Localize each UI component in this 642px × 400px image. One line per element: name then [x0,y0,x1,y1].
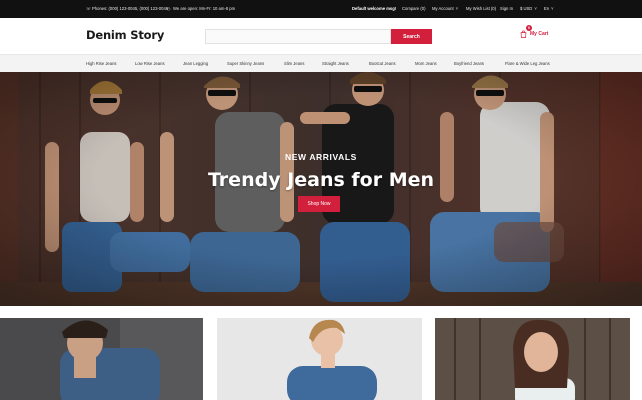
hero-banner[interactable]: NEW ARRIVALS Trendy Jeans for Men Shop N… [0,72,642,306]
nav-item-super-skinny-jeans[interactable]: Super Skinny Jeans [227,61,264,66]
chevron-down-icon: ˅ [534,6,537,11]
promo-image-kids [435,318,630,400]
promo-tile-women[interactable] [217,318,422,400]
currency-select[interactable]: $ USD ˅ [520,6,537,11]
shop-now-button[interactable]: Shop Now [298,196,340,212]
nav-item-bootcut-jeans[interactable]: Bootcut Jeans [369,61,396,66]
cart-count-badge: 0 [526,25,532,31]
phone-info: ☏ Phones: (000) 123-0045, (000) 123-0046 [86,6,168,11]
sign-in-link[interactable]: Sign In [500,6,513,11]
category-nav: High Rise Jeans Low Rise Jeans Jean Legg… [0,54,642,72]
my-account-label: My Account [432,6,454,11]
nav-item-boyfriend-jeans[interactable]: Boyfriend Jeans [454,61,484,66]
welcome-message: Default welcome msg! [352,6,397,11]
nav-item-straight-jeans[interactable]: Straight Jeans [322,61,349,66]
compare-link[interactable]: Compare (0) [402,6,426,11]
search-button[interactable]: Search [391,29,432,44]
promo-tile-kids[interactable] [435,318,630,400]
language-label: En [544,6,550,11]
nav-item-jean-legging[interactable]: Jean Legging [183,61,208,66]
wish-list-link[interactable]: My Wish List (0) [466,6,496,11]
nav-item-low-rise-jeans[interactable]: Low Rise Jeans [135,61,165,66]
mini-cart[interactable]: 0 My Cart [520,25,549,38]
cart-icon: 0 [520,25,532,38]
phone-icon: ☏ [86,5,92,11]
promo-tile-men[interactable] [0,318,203,400]
language-select[interactable]: En ˅ [544,6,554,11]
hero-subtitle: NEW ARRIVALS [285,152,357,162]
currency-label: $ USD [520,6,533,11]
promo-image-women [217,318,422,400]
top-bar: ☏ Phones: (000) 123-0045, (000) 123-0046… [0,0,642,18]
phone-text: Phones: (000) 123-0045, (000) 123-0046 [92,6,169,11]
page: ☏ Phones: (000) 123-0045, (000) 123-0046… [0,0,642,400]
hours-info: ◷ We are open: Mn-Fr: 10 am-8 pm [167,6,235,11]
site-logo[interactable]: Denim Story [86,28,164,42]
nav-item-mom-jeans[interactable]: Mom Jeans [415,61,437,66]
site-header: Denim Story Search 0 My Cart [0,18,642,54]
cart-label: My Cart [530,30,549,37]
promo-image-men [0,318,203,400]
nav-item-high-rise-jeans[interactable]: High Rise Jeans [86,61,117,66]
hero-title: Trendy Jeans for Men [207,169,435,191]
clock-icon: ◷ [167,5,171,11]
chevron-down-icon: ˅ [455,6,459,11]
hours-text: We are open: Mn-Fr: 10 am-8 pm [173,6,236,11]
nav-item-flare-wide-leg-jeans[interactable]: Flare & Wide Leg Jeans [505,61,550,66]
search-input[interactable] [205,29,391,44]
chevron-down-icon: ˅ [551,6,554,11]
nav-item-slim-jeans[interactable]: Slim Jeans [284,61,304,66]
my-account-link[interactable]: My Account ˅ [432,6,458,11]
